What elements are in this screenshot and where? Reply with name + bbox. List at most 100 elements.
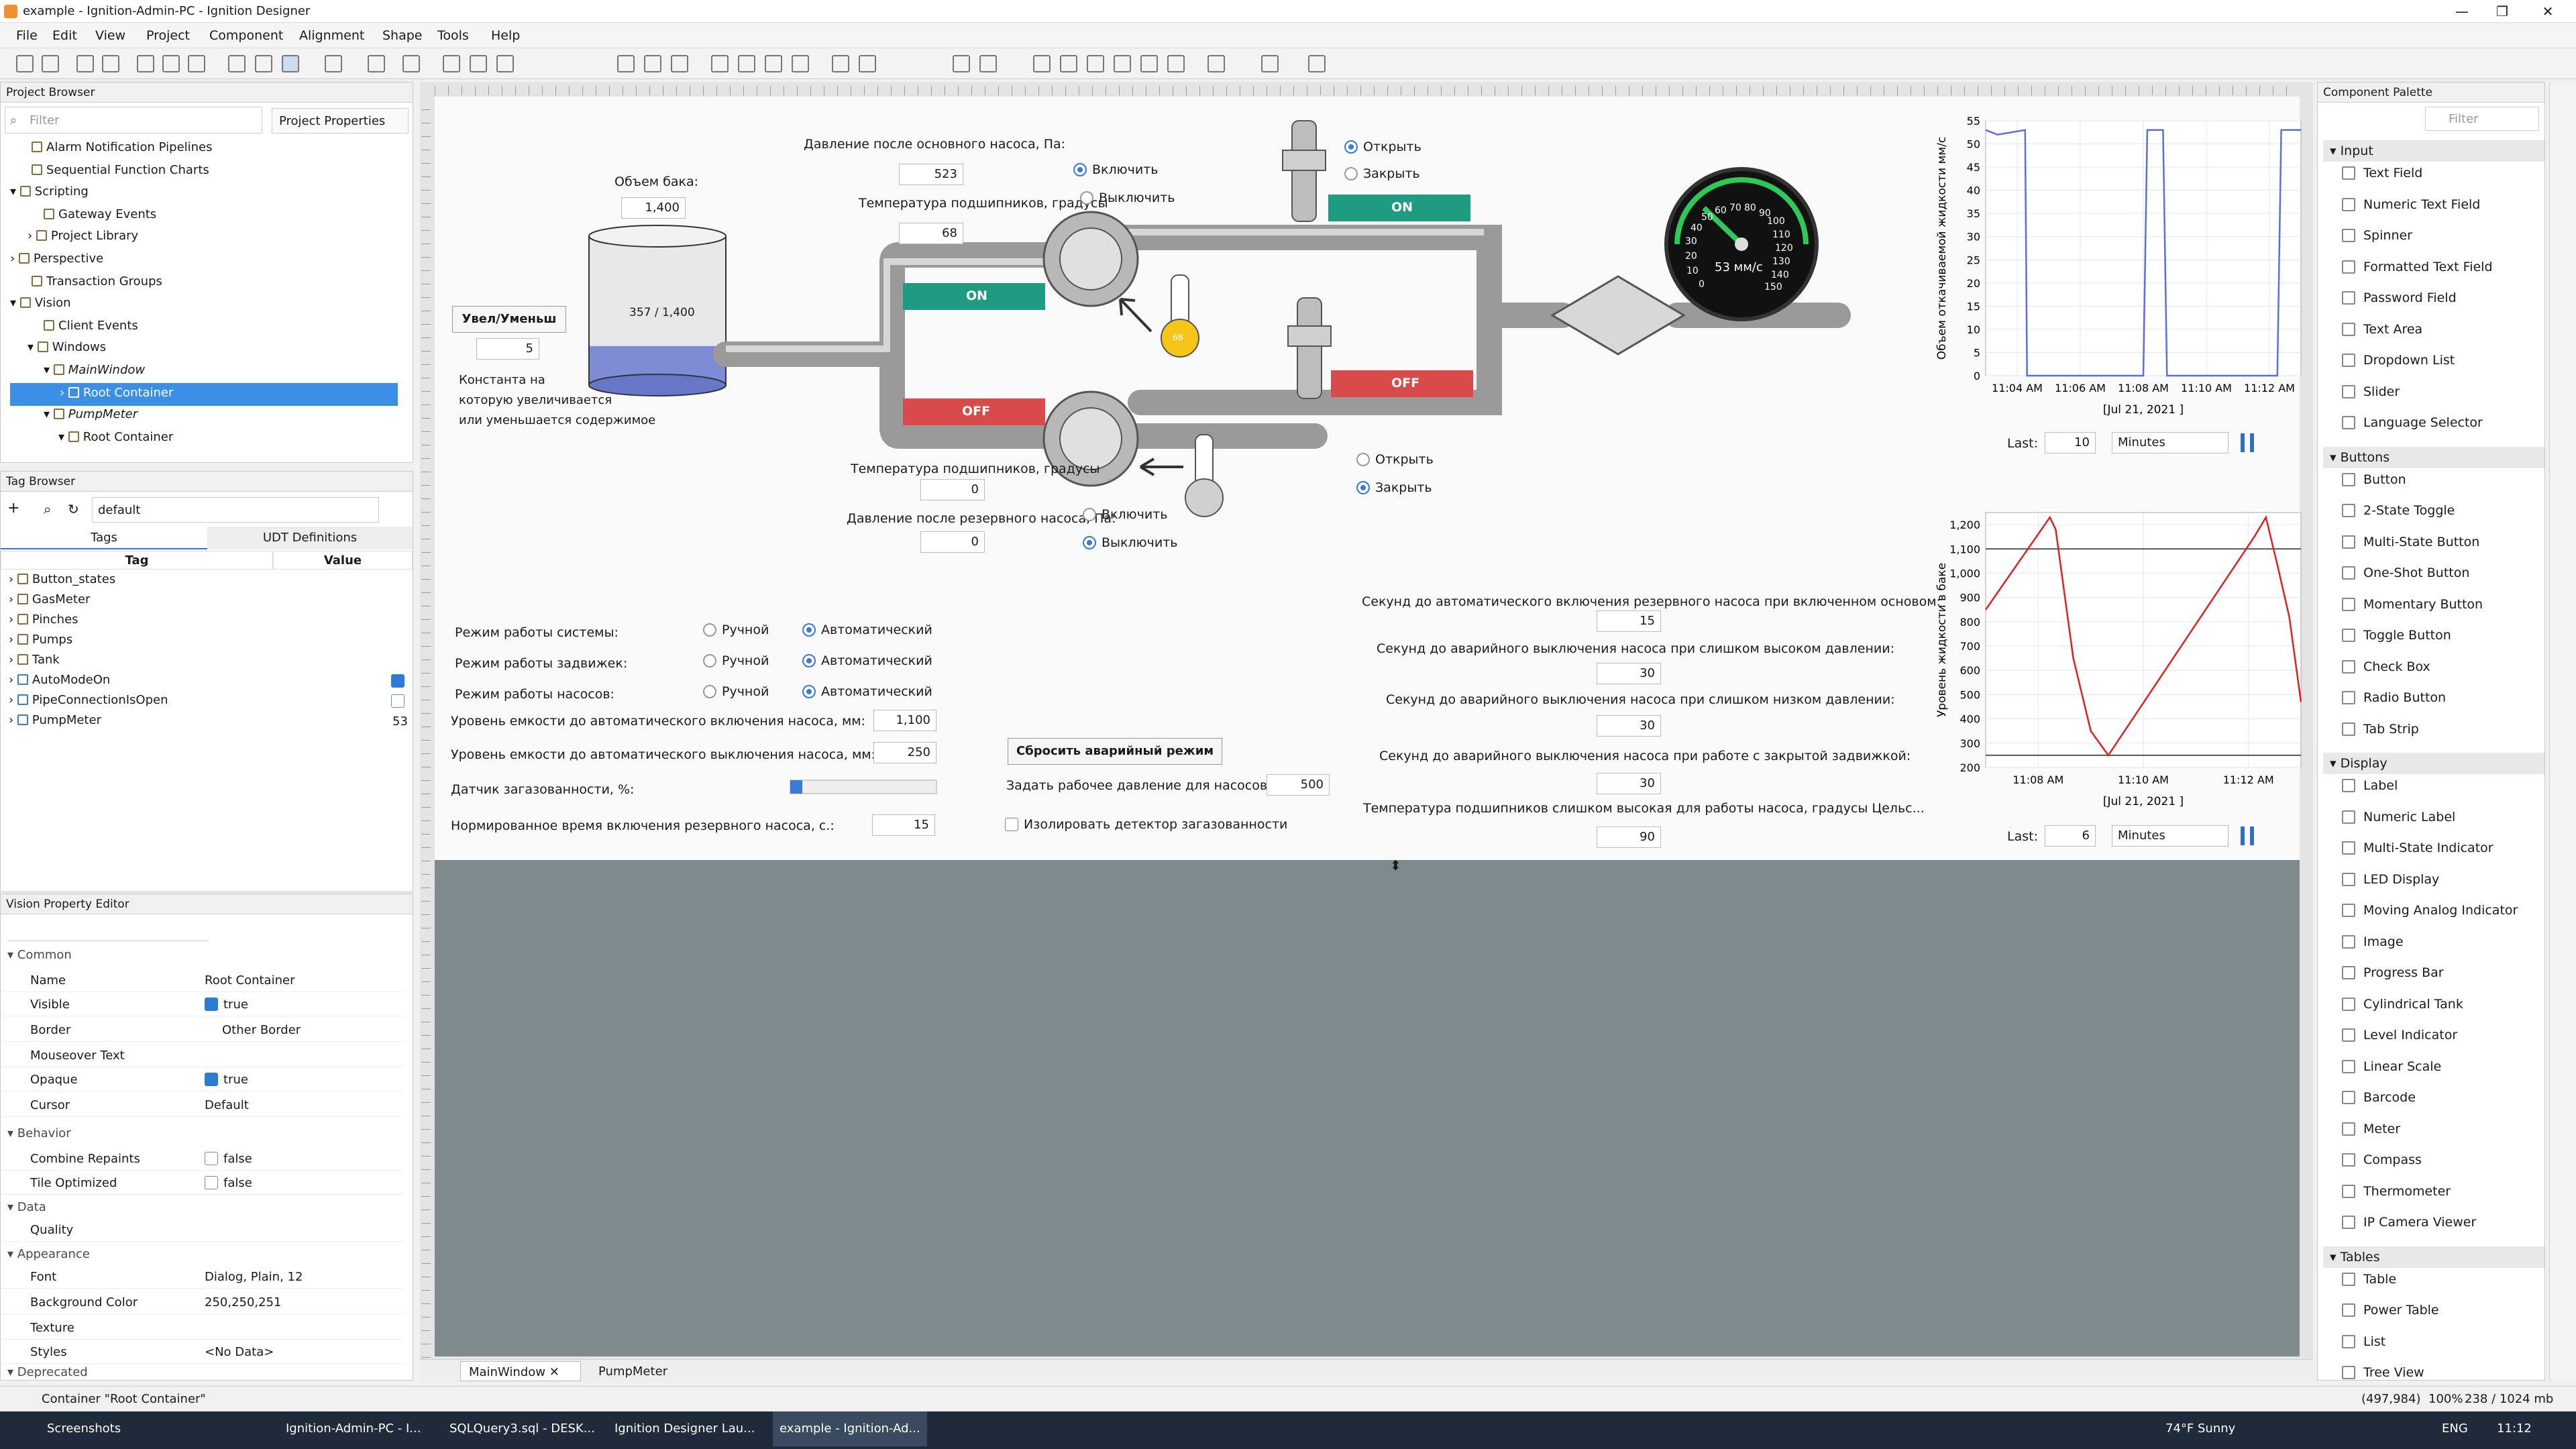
- palette-category-input[interactable]: ▾ Input: [2323, 140, 2544, 162]
- chart1-pause-icon[interactable]: [2241, 433, 2254, 452]
- chart1-last-field[interactable]: 10: [2045, 432, 2096, 453]
- palette-item-moving-analog-indicator[interactable]: Moving Analog Indicator: [2342, 903, 2518, 918]
- setpoint-field[interactable]: 500: [1267, 774, 1330, 796]
- valve2-close-radio[interactable]: Закрыть: [1356, 480, 1432, 495]
- palette-item-tab-strip[interactable]: Tab Strip: [2342, 722, 2419, 737]
- level-off-field[interactable]: 250: [873, 742, 936, 763]
- incdec-value-field[interactable]: 5: [476, 338, 539, 360]
- taskbar-designer[interactable]: example - Ignition-Ad...: [773, 1411, 927, 1446]
- tab-pumpmeter[interactable]: PumpMeter: [590, 1361, 698, 1381]
- palette-item-led-display[interactable]: LED Display: [2342, 872, 2439, 887]
- mode-pump-manual[interactable]: Ручной: [703, 684, 769, 699]
- chart2-unit-select[interactable]: Minutes: [2112, 825, 2229, 847]
- palette-item-multi-state-indicator[interactable]: Multi-State Indicator: [2342, 841, 2493, 855]
- palette-item-label[interactable]: Label: [2342, 778, 2398, 793]
- palette-item-meter[interactable]: Meter: [2342, 1122, 2400, 1136]
- palette-item-image[interactable]: Image: [2342, 934, 2404, 949]
- mode-valve-manual[interactable]: Ручной: [703, 653, 769, 668]
- palette-item-one-shot-button[interactable]: One-Shot Button: [2342, 566, 2469, 580]
- palette-item-text-area[interactable]: Text Area: [2342, 322, 2422, 337]
- pump2-off-radio[interactable]: Выключить: [1083, 535, 1178, 550]
- taskbar-browser[interactable]: Ignition-Admin-PC - I...: [286, 1411, 421, 1446]
- valve-top[interactable]: [1282, 120, 1326, 222]
- close-icon[interactable]: ✕: [549, 1365, 559, 1379]
- taskbar-clock[interactable]: 11:12: [2497, 1411, 2532, 1446]
- main-temp-field[interactable]: 68: [899, 223, 963, 244]
- palette-item-check-box[interactable]: Check Box: [2342, 659, 2430, 674]
- taskbar-sql[interactable]: SQLQuery3.sql - DESK...: [449, 1411, 595, 1446]
- palette-item-ip-camera-viewer[interactable]: IP Camera Viewer: [2342, 1215, 2476, 1230]
- palette-item-radio-button[interactable]: Radio Button: [2342, 690, 2446, 705]
- taskbar-launcher[interactable]: Ignition Designer Lau...: [614, 1411, 755, 1446]
- sec3-field[interactable]: 30: [1597, 715, 1661, 737]
- pump2-on-radio[interactable]: Включить: [1083, 507, 1168, 522]
- palette-item-slider[interactable]: Slider: [2342, 384, 2400, 399]
- chart2-last-field[interactable]: 6: [2045, 825, 2096, 847]
- palette-item-compass[interactable]: Compass: [2342, 1152, 2422, 1167]
- palette-item-table[interactable]: Table: [2342, 1272, 2396, 1287]
- incdec-button[interactable]: Увел/Уменьш: [452, 306, 566, 333]
- palette-category-tables[interactable]: ▾ Tables: [2323, 1246, 2544, 1268]
- palette-item-linear-scale[interactable]: Linear Scale: [2342, 1059, 2441, 1074]
- main-pressure-field[interactable]: 523: [899, 164, 963, 185]
- palette-item-password-field[interactable]: Password Field: [2342, 290, 2457, 305]
- flow-meter[interactable]: [1550, 275, 1686, 356]
- tab-mainwindow[interactable]: MainWindow ✕: [460, 1361, 581, 1381]
- palette-item-barcode[interactable]: Barcode: [2342, 1090, 2416, 1105]
- tank-volume-field[interactable]: 1,400: [621, 197, 686, 219]
- palette-item-button[interactable]: Button: [2342, 472, 2406, 487]
- sec4-field[interactable]: 30: [1597, 773, 1661, 794]
- mode-system-label: Режим работы системы:: [455, 625, 619, 640]
- palette-item-multi-state-button[interactable]: Multi-State Button: [2342, 535, 2479, 549]
- palette-item-progress-bar[interactable]: Progress Bar: [2342, 965, 2444, 980]
- sec5-field[interactable]: 90: [1597, 826, 1661, 848]
- palette-item-spinner[interactable]: Spinner: [2342, 228, 2412, 243]
- valve1-close-radio[interactable]: Закрыть: [1344, 166, 1420, 181]
- pump1-on-radio[interactable]: Включить: [1073, 162, 1159, 177]
- palette-item-2-state-toggle[interactable]: 2-State Toggle: [2342, 503, 2455, 518]
- palette-item-numeric-label[interactable]: Numeric Label: [2342, 810, 2455, 824]
- palette-item-tree-view[interactable]: Tree View: [2342, 1365, 2424, 1380]
- taskbar-screenshots[interactable]: Screenshots: [47, 1411, 121, 1446]
- mode-system-manual[interactable]: Ручной: [703, 623, 769, 637]
- palette-item-toggle-button[interactable]: Toggle Button: [2342, 628, 2451, 643]
- palette-filter-input[interactable]: Filter: [2425, 107, 2539, 131]
- mode-system-auto[interactable]: Автоматический: [802, 623, 932, 637]
- reserve-pressure-field[interactable]: 0: [920, 531, 985, 553]
- palette-item-formatted-text-field[interactable]: Formatted Text Field: [2342, 260, 2493, 274]
- palette-item-level-indicator[interactable]: Level Indicator: [2342, 1028, 2457, 1042]
- norm-time-field[interactable]: 15: [872, 814, 935, 836]
- pump1-off-radio[interactable]: Выключить: [1080, 191, 1175, 205]
- palette-item-dropdown-list[interactable]: Dropdown List: [2342, 353, 2455, 368]
- level-chart[interactable]: 200 300 400 500 600 700 800 900 1,000 1,100 1,200 1…: [1932, 496, 2308, 818]
- palette-item-text-field[interactable]: Text Field: [2342, 166, 2422, 180]
- isolate-gas-checkbox[interactable]: Изолировать детектор загазованности: [1005, 817, 1287, 832]
- mode-pump-auto[interactable]: Автоматический: [802, 684, 932, 699]
- palette-item-power-table[interactable]: Power Table: [2342, 1303, 2439, 1318]
- palette-item-cylindrical-tank[interactable]: Cylindrical Tank: [2342, 997, 2463, 1012]
- valve1-open-radio[interactable]: Открыть: [1344, 140, 1421, 154]
- mode-valve-auto[interactable]: Автоматический: [802, 653, 932, 668]
- palette-item-list[interactable]: List: [2342, 1334, 2385, 1349]
- palette-item-numeric-text-field[interactable]: Numeric Text Field: [2342, 197, 2480, 212]
- valve-bottom[interactable]: [1287, 297, 1332, 399]
- palette-item-language-selector[interactable]: Language Selector: [2342, 415, 2483, 430]
- main-pump[interactable]: [1042, 211, 1139, 307]
- taskbar-weather[interactable]: 74°F Sunny: [2165, 1411, 2235, 1446]
- palette-item-momentary-button[interactable]: Momentary Button: [2342, 597, 2483, 612]
- chart1-unit-select[interactable]: Minutes: [2112, 432, 2229, 453]
- valve2-open-radio[interactable]: Открыть: [1356, 452, 1434, 467]
- taskbar-lang[interactable]: ENG: [2442, 1411, 2468, 1446]
- gas-sensor-slider[interactable]: [790, 780, 937, 794]
- palette-item-thermometer[interactable]: Thermometer: [2342, 1184, 2451, 1199]
- sec2-field[interactable]: 30: [1597, 663, 1661, 684]
- incdec-desc-3: или уменьшается содержимое: [459, 413, 656, 427]
- chart2-pause-icon[interactable]: [2241, 826, 2254, 845]
- level-on-field[interactable]: 1,100: [873, 710, 936, 731]
- palette-category-display[interactable]: ▾ Display: [2323, 753, 2544, 774]
- reset-emergency-button[interactable]: Сбросить аварийный режим: [1008, 738, 1222, 765]
- sec1-field[interactable]: 15: [1597, 610, 1661, 632]
- reserve-temp-field[interactable]: 0: [920, 479, 985, 500]
- palette-category-buttons[interactable]: ▾ Buttons: [2323, 446, 2544, 468]
- flow-chart[interactable]: 0 5 10 15 20 25 30 35 40 45 50 55 11:04 AM 11:06 AM 11…: [1932, 107, 2308, 456]
